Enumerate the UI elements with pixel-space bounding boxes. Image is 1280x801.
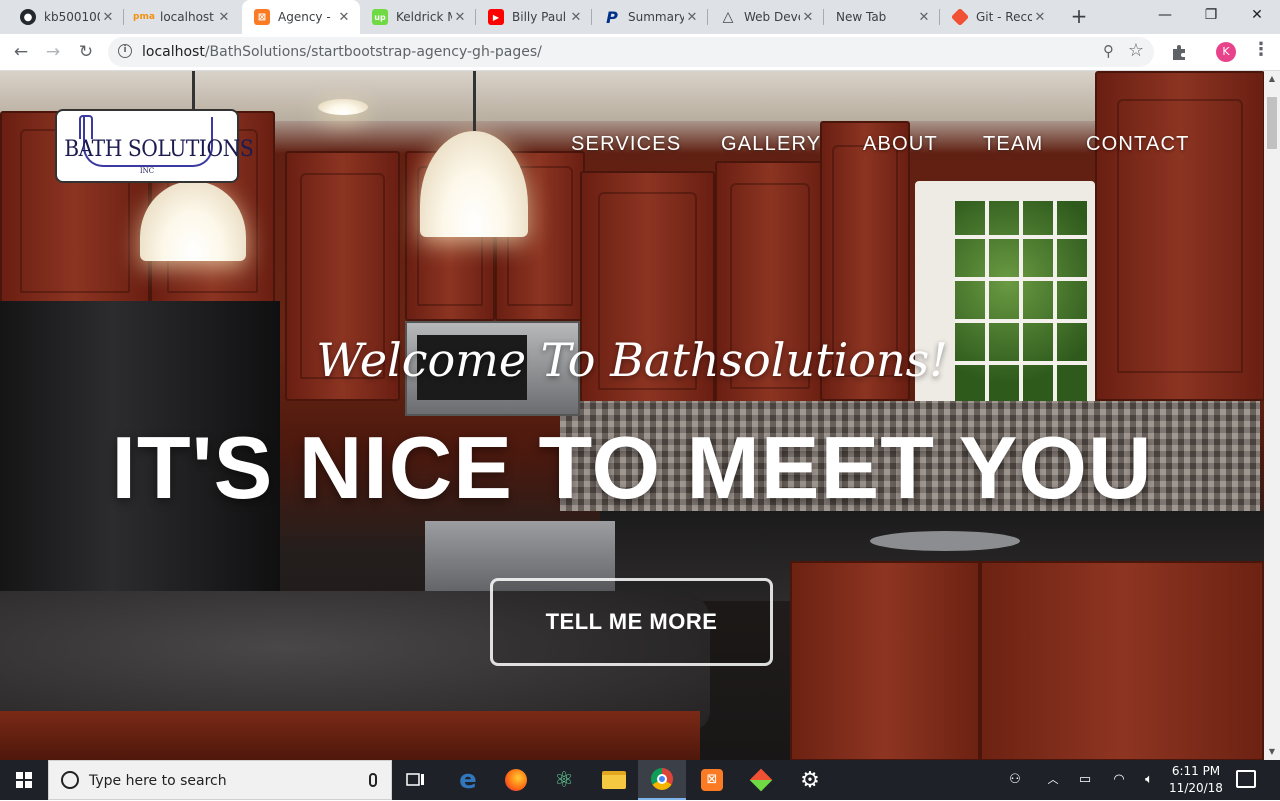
tab-title: localhost	[160, 10, 214, 24]
url-text[interactable]: localhost/BathSolutions/startbootstrap-a…	[142, 37, 542, 67]
wifi-icon[interactable]: ◠	[1108, 760, 1130, 800]
show-hidden-icons-chevron-icon[interactable]: ︿	[1043, 760, 1063, 800]
nav-gallery[interactable]: GALLERY	[721, 133, 821, 156]
taskbar-search-box[interactable]: Type here to search	[48, 760, 392, 800]
tab-web-dev[interactable]: △ Web Deve ✕	[708, 0, 824, 34]
clock-date: 11/20/18	[1169, 781, 1223, 795]
tab-title: Git - Reco	[976, 10, 1032, 24]
system-clock[interactable]: 6:11 PM 11/20/18	[1160, 763, 1232, 797]
file-explorer-icon[interactable]	[590, 760, 638, 800]
tab-paypal[interactable]: P Summary ✕	[592, 0, 708, 34]
logo-suffix: INC	[139, 167, 155, 175]
youtube-icon: ▶	[488, 9, 504, 25]
extensions-puzzle-icon[interactable]	[1170, 43, 1188, 61]
close-icon[interactable]: ✕	[216, 10, 232, 25]
close-icon[interactable]: ✕	[916, 10, 932, 25]
windows-start-icon[interactable]	[0, 760, 48, 800]
tab-title: kb500100	[44, 10, 100, 24]
tab-new-tab[interactable]: New Tab ✕	[824, 0, 940, 34]
forward-arrow-icon[interactable]: →	[40, 39, 66, 65]
reload-icon[interactable]: ↻	[73, 39, 99, 65]
zoom-icon[interactable]: ⚲	[1103, 42, 1114, 60]
volume-icon[interactable]: 🔈︎	[1138, 760, 1160, 800]
tab-youtube[interactable]: ▶ Billy Paul ✕	[476, 0, 592, 34]
atom-icon[interactable]: ⚛	[540, 760, 588, 800]
triangle-logo-icon: △	[722, 9, 734, 25]
scrollbar-thumb[interactable]	[1267, 97, 1277, 149]
tab-phpmyadmin[interactable]: pma localhost ✕	[124, 0, 240, 34]
nav-about[interactable]: ABOUT	[863, 133, 938, 156]
address-bar[interactable]: i localhost/BathSolutions/startbootstrap…	[108, 37, 1154, 67]
search-placeholder: Type here to search	[89, 773, 227, 789]
tab-strip: ● kb500100 ✕ pma localhost ✕ ⊠ Agency - …	[0, 0, 1280, 34]
cortana-icon	[61, 771, 79, 789]
firefox-icon[interactable]	[492, 760, 540, 800]
close-icon[interactable]: ✕	[1032, 10, 1048, 25]
scroll-up-icon[interactable]: ▲	[1264, 71, 1280, 87]
tab-github[interactable]: ● kb500100 ✕	[8, 0, 124, 34]
browser-toolbar: ← → ↻ i localhost/BathSolutions/startboo…	[0, 34, 1280, 71]
tell-me-more-button[interactable]: TELL ME MORE	[490, 578, 773, 666]
people-icon[interactable]: ⚇	[1003, 760, 1027, 800]
tab-title: Billy Paul	[512, 10, 567, 24]
url-path: /BathSolutions/startbootstrap-agency-gh-…	[204, 44, 542, 60]
edge-icon[interactable]: e	[444, 760, 492, 800]
tab-title: New Tab	[836, 10, 887, 24]
paypal-icon: P	[606, 7, 618, 27]
close-icon[interactable]: ✕	[684, 10, 700, 25]
close-icon[interactable]: ✕	[336, 10, 352, 25]
upwork-icon: up	[372, 9, 388, 25]
tab-title: Summary	[628, 10, 684, 24]
tab-git[interactable]: Git - Reco ✕	[940, 0, 1056, 34]
hero-subheading: Welcome To Bathsolutions!	[316, 333, 948, 387]
nav-services[interactable]: SERVICES	[571, 133, 681, 156]
url-host: localhost	[142, 44, 205, 60]
microphone-icon[interactable]	[369, 773, 377, 787]
restore-button[interactable]: ❐	[1188, 0, 1234, 32]
close-icon[interactable]: ✕	[568, 10, 584, 25]
close-icon[interactable]: ✕	[800, 10, 816, 25]
back-arrow-icon[interactable]: ←	[8, 39, 34, 65]
settings-gear-icon[interactable]: ⚙	[786, 760, 834, 800]
clock-time: 6:11 PM	[1171, 764, 1221, 778]
git-icon	[950, 7, 970, 27]
battery-icon[interactable]: ▭	[1074, 760, 1096, 800]
chrome-icon[interactable]	[638, 760, 686, 800]
tab-upwork[interactable]: up Keldrick M ✕	[360, 0, 476, 34]
hero-heading: IT'S NICE TO MEET YOU	[111, 418, 1153, 517]
minimize-button[interactable]: —	[1142, 0, 1188, 32]
site-info-icon[interactable]: i	[118, 44, 132, 58]
gitkraken-icon[interactable]	[737, 760, 785, 800]
tab-title: Web Deve	[744, 10, 800, 24]
tab-agency[interactable]: ⊠ Agency - ✕	[242, 0, 360, 34]
site-logo[interactable]: BATH SOLUTIONS INC	[55, 109, 254, 183]
xampp-icon: ⊠	[254, 9, 270, 25]
tab-title: Agency -	[278, 10, 331, 24]
close-window-button[interactable]: ✕	[1234, 0, 1280, 32]
profile-avatar[interactable]: K	[1216, 42, 1236, 62]
nav-contact[interactable]: CONTACT	[1086, 133, 1190, 156]
close-icon[interactable]: ✕	[452, 10, 468, 25]
tab-title: Keldrick M	[396, 10, 452, 24]
taskbar: Type here to search e ⚛ ⊠ ⚙ ⚇ ︿ ▭ ◠ 🔈︎ 6…	[0, 760, 1280, 800]
close-icon[interactable]: ✕	[100, 10, 116, 25]
hero-section: BATH SOLUTIONS INC SERVICES GALLERY ABOU…	[0, 71, 1264, 760]
menu-kebab-icon[interactable]: ⋮	[1252, 39, 1270, 60]
github-icon: ●	[20, 9, 36, 25]
action-center-icon[interactable]	[1236, 770, 1256, 788]
phpmyadmin-icon: pma	[133, 12, 155, 22]
page-scrollbar[interactable]: ▲ ▼	[1264, 71, 1280, 760]
task-view-icon[interactable]	[392, 760, 440, 800]
logo-text: BATH SOLUTIONS	[64, 137, 254, 162]
xampp-icon[interactable]: ⊠	[688, 760, 736, 800]
new-tab-button[interactable]: +	[1068, 5, 1090, 27]
scroll-down-icon[interactable]: ▼	[1264, 744, 1280, 760]
bookmark-star-icon[interactable]: ☆	[1128, 40, 1144, 61]
nav-team[interactable]: TEAM	[983, 133, 1043, 156]
